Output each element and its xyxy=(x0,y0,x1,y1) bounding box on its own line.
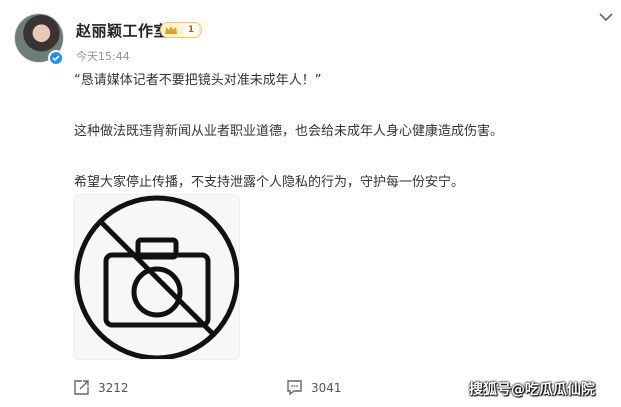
repost-count: 3212 xyxy=(98,380,129,395)
post-time[interactable]: 今天15:44 xyxy=(76,48,130,64)
author-name[interactable]: 赵丽颖工作室 xyxy=(76,20,169,41)
comment-icon xyxy=(287,380,302,396)
post-text-line-3: 希望大家停止传播，不支持泄露个人隐私的行为，守护每一份安宁。 xyxy=(74,175,465,190)
watermark: 搜狐号@吃瓜瓜仙院 xyxy=(469,382,595,398)
comment-count: 3041 xyxy=(311,380,342,395)
repost-button[interactable]: 3212 xyxy=(73,379,129,396)
post-text-line-2: 这种做法既违背新闻从业者职业道德，也会给未成年人身心健康造成伤害。 xyxy=(74,124,504,139)
post-image[interactable] xyxy=(73,194,240,360)
crown-icon xyxy=(165,26,177,34)
verified-icon xyxy=(48,50,64,66)
repost-icon xyxy=(74,380,89,395)
chevron-down-icon[interactable] xyxy=(599,12,613,22)
vip-level: 1 xyxy=(184,24,198,36)
post-text-line-1: “恳请媒体记者不要把镜头对准未成年人！” xyxy=(74,73,322,88)
no-camera-icon xyxy=(74,195,239,359)
comment-button[interactable]: 3041 xyxy=(286,379,342,396)
vip-badge[interactable]: 1 xyxy=(160,22,202,38)
